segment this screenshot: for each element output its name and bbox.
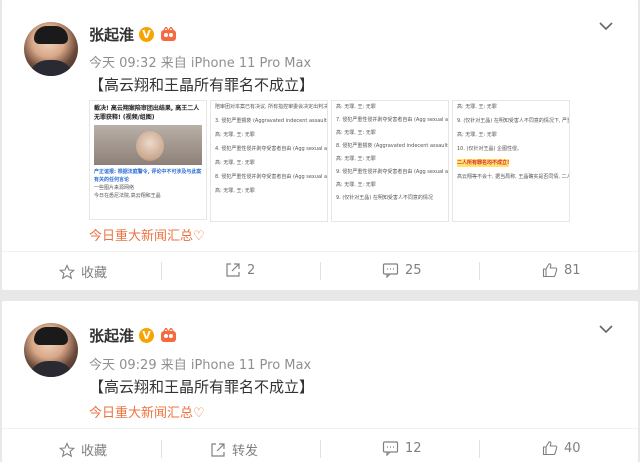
user-avatar[interactable]	[24, 22, 78, 76]
thumbnail-line: 高: 无罪, 王: 无罪	[457, 132, 497, 138]
favorite-label: 收藏	[81, 266, 108, 281]
thumbnail-highlight: 二人所有罪名均不成立!	[457, 159, 510, 167]
post-text: 【高云翔和王晶所有罪名不成立】	[89, 378, 315, 396]
thumbnail-line: 高: 无罪, 王: 无罪	[215, 188, 255, 194]
star-icon	[59, 263, 75, 279]
repost-count: 2	[247, 262, 256, 278]
thumbnail-caption: 产正谊报: 根据法庭警令, 评论中不可涉及与此案有关的任何言论	[94, 169, 202, 183]
thumbnail-line: 高: 无罪, 王: 无罪	[336, 182, 376, 188]
divider	[320, 262, 321, 280]
topic-link[interactable]: 今日重大新闻汇总♡	[89, 402, 205, 421]
news-photo	[94, 125, 202, 165]
share-icon	[226, 263, 240, 277]
thumbs-up-icon	[542, 441, 558, 456]
like-button[interactable]: 81	[542, 262, 581, 278]
post-text: 【高云翔和王晶所有罪名不成立】	[89, 76, 315, 94]
member-badge-icon	[161, 27, 176, 41]
divider	[320, 440, 321, 458]
like-count: 81	[564, 262, 581, 278]
share-icon	[211, 442, 225, 457]
thumbnail-line: 高: 无罪, 王: 无罪	[457, 104, 497, 110]
like-count: 40	[564, 440, 581, 456]
thumbnail-line: 高: 无罪, 王: 无罪	[336, 130, 376, 136]
thumbnail-line: 今日在悉尼法院,高云翔和王晶	[94, 193, 161, 199]
topic-link[interactable]: 今日重大新闻汇总♡	[89, 225, 205, 244]
image-thumbnail[interactable]: 截决! 高云翔案陪审团出结果, 高王二人无罪获释! (视频/组图) 产正谊报: …	[89, 100, 207, 220]
thumbnail-line: 高: 无罪, 王: 无罪	[336, 104, 376, 110]
divider	[2, 251, 638, 252]
thumbnail-line: 9. (仅针对王晶) 在明知受害人不同意的情况	[336, 195, 433, 201]
thumbnail-line: 高: 无罪, 王: 无罪	[336, 156, 376, 162]
repost-button[interactable]: 转发	[210, 440, 258, 459]
repost-label: 转发	[232, 444, 259, 459]
thumbnail-line: 高云翔等不会十, 据当局称, 王晶确实是否同情, 二人均有重读等唱一首?	[457, 174, 569, 180]
thumbnail-line: 陪审团对本案已有决议, 所有指控审委会决定出判决。	[215, 104, 327, 110]
thumbnail-line: 9. (仅针对王晶) 在明知受害人不同意的情况下, 严重性侵,	[457, 118, 569, 124]
favorite-label: 收藏	[81, 444, 108, 459]
comment-icon	[382, 441, 399, 456]
post-timestamp: 今天 09:32 来自 iPhone 11 Pro Max	[89, 56, 312, 71]
post-timestamp: 今天 09:29 来自 iPhone 11 Pro Max	[89, 358, 312, 373]
thumbnail-headline: 截决! 高云翔案陪审团出结果, 高王二人无罪获释! (视频/组图)	[94, 105, 200, 121]
image-thumbnail[interactable]: 陪审团对本案已有决议, 所有指控审委会决定出判决。 3. 侵犯严重猥亵 (Agg…	[210, 100, 328, 222]
comment-button[interactable]: 12	[382, 440, 422, 456]
chevron-down-icon[interactable]	[598, 323, 614, 335]
image-thumbnail[interactable]: 高: 无罪, 王: 无罪 9. (仅针对王晶) 在明知受害人不同意的情况下, 严…	[452, 100, 570, 222]
member-badge-icon	[161, 328, 176, 342]
divider	[161, 262, 162, 280]
comment-button[interactable]: 25	[382, 262, 422, 278]
comment-count: 25	[405, 262, 422, 278]
username[interactable]: 张起淮	[89, 24, 134, 45]
thumbs-up-icon	[542, 263, 558, 278]
user-avatar[interactable]	[24, 323, 78, 377]
thumbnail-line: 7. 侵犯严重性侵并剥夺受害者自由 (Agg sexual assault in…	[336, 117, 448, 123]
like-button[interactable]: 40	[542, 440, 581, 456]
chevron-down-icon[interactable]	[598, 20, 614, 32]
thumbnail-line: 高: 无罪, 王: 无罪	[215, 160, 255, 166]
star-icon	[59, 441, 75, 457]
verified-badge-icon: V	[139, 328, 154, 343]
divider	[2, 428, 638, 429]
weibo-post-card: 张起淮 V 今天 09:32 来自 iPhone 11 Pro Max 【高云翔…	[2, 0, 638, 290]
comment-count: 12	[405, 440, 422, 456]
divider	[479, 262, 480, 280]
favorite-button[interactable]: 收藏	[59, 440, 107, 459]
thumbnail-line: 4. 侵犯严重性侵并剥夺受害者自由 (Agg sexual assault in…	[215, 146, 327, 152]
thumbnail-line: 9. 侵犯严重性侵并剥夺受害者自由 (Agg sexual assault in…	[336, 169, 448, 175]
thumbnail-line: 3. 侵犯严重猥亵 (Aggravated indecent assault -…	[215, 118, 327, 124]
thumbnail-line: 10. (仅针对王晶) 企图性侵。	[457, 146, 523, 152]
repost-button[interactable]: 2	[225, 262, 255, 278]
favorite-button[interactable]: 收藏	[59, 262, 107, 281]
thumbnail-line: 8. 侵犯严重性侵并剥夺受害者自由 (Agg sexual assault in…	[215, 174, 327, 180]
username[interactable]: 张起淮	[89, 325, 134, 346]
divider	[161, 440, 162, 458]
thumbnail-line: 高: 无罪, 王: 无罪	[215, 132, 255, 138]
comment-icon	[382, 263, 399, 278]
verified-badge-icon: V	[139, 27, 154, 42]
thumbnail-line: 8. 侵犯严重猥亵 (Aggravated indecent assault -…	[336, 143, 448, 149]
divider	[479, 440, 480, 458]
thumbnail-line: 一些图片来源网络	[94, 185, 135, 191]
image-thumbnail[interactable]: 高: 无罪, 王: 无罪 7. 侵犯严重性侵并剥夺受害者自由 (Agg sexu…	[331, 100, 449, 222]
image-gallery: 截决! 高云翔案陪审团出结果, 高王二人无罪获释! (视频/组图) 产正谊报: …	[89, 100, 570, 222]
weibo-post-card: 张起淮 V 今天 09:29 来自 iPhone 11 Pro Max 【高云翔…	[2, 301, 638, 462]
